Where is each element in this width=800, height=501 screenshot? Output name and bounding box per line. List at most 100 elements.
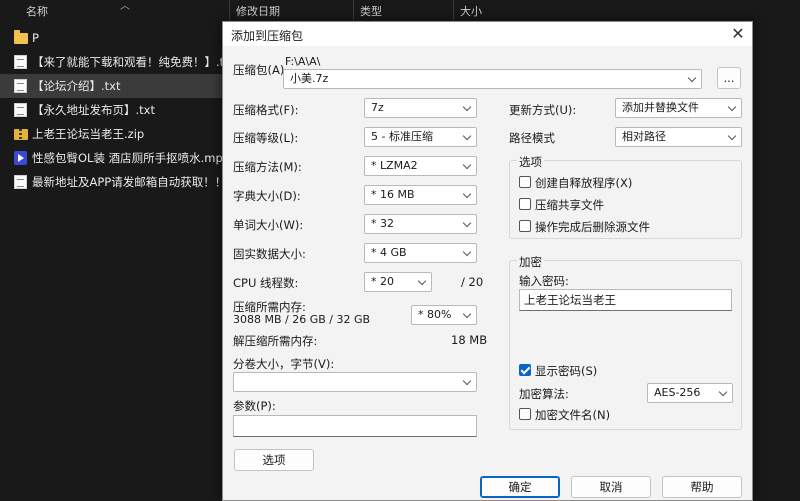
file-name: 【来了就能下载和观看！纯免费！】.txt — [32, 55, 228, 69]
mem-decompress-value: 18 MB — [451, 333, 488, 347]
chevron-down-icon — [462, 376, 472, 386]
method-label: 压缩方法(M): — [233, 160, 302, 174]
mem-percent-value: * 80% — [418, 308, 452, 321]
dialog-titlebar[interactable]: 添加到压缩包 ✕ — [223, 22, 752, 46]
chevron-down-icon — [462, 309, 472, 319]
file-name: 最新地址及APP请发邮箱自动获取！！！.... — [32, 175, 228, 189]
mem-decompress-label: 解压缩所需内存: — [233, 334, 318, 348]
encrypt-names-label: 加密文件名(N) — [535, 408, 611, 422]
text-file-icon — [14, 103, 27, 117]
method-value: * LZMA2 — [371, 159, 418, 172]
cpu-total: / 20 — [461, 275, 484, 289]
enc-method-label: 加密算法: — [519, 387, 569, 401]
shared-label: 压缩共享文件 — [535, 198, 604, 212]
update-select[interactable]: 添加并替换文件 — [615, 98, 742, 118]
enc-method-value: AES-256 — [654, 386, 701, 399]
close-icon[interactable]: ✕ — [728, 24, 748, 44]
options-button[interactable]: 选项 — [234, 449, 314, 471]
chevron-down-icon — [718, 387, 728, 397]
chevron-down-icon — [727, 131, 737, 141]
password-input[interactable]: 上老王论坛当老王 — [519, 289, 732, 311]
list-item[interactable]: 性感包臀OL装 酒店厕所手抠喷水.mp4 — [0, 146, 228, 170]
dict-value: * 16 MB — [371, 188, 415, 201]
word-value: * 32 — [371, 217, 394, 230]
params-input[interactable] — [233, 415, 477, 437]
chevron-down-icon — [462, 131, 472, 141]
format-label: 压缩格式(F): — [233, 103, 299, 117]
enc-method-select[interactable]: AES-256 — [647, 383, 733, 403]
delete-after-checkbox[interactable] — [519, 220, 531, 232]
list-item[interactable]: 【来了就能下载和观看！纯免费！】.txt — [0, 50, 228, 74]
chevron-down-icon — [727, 102, 737, 112]
password-label: 输入密码: — [519, 274, 569, 288]
split-select[interactable] — [233, 372, 477, 392]
method-select[interactable]: * LZMA2 — [364, 156, 477, 176]
list-item[interactable]: P — [0, 26, 228, 50]
word-select[interactable]: * 32 — [364, 214, 477, 234]
ok-button[interactable]: 确定 — [480, 476, 560, 498]
options-group-title: 选项 — [517, 154, 544, 170]
chevron-down-icon — [462, 160, 472, 170]
cpu-select[interactable]: * 20 — [364, 272, 432, 292]
show-password-label: 显示密码(S) — [535, 364, 598, 378]
archive-label: 压缩包(A) — [233, 63, 285, 77]
level-value: 5 - 标准压缩 — [371, 130, 433, 143]
word-label: 单词大小(W): — [233, 218, 304, 232]
cancel-button[interactable]: 取消 — [571, 476, 651, 498]
level-label: 压缩等级(L): — [233, 131, 299, 145]
update-value: 添加并替换文件 — [622, 101, 699, 114]
level-select[interactable]: 5 - 标准压缩 — [364, 127, 477, 147]
list-item[interactable]: 最新地址及APP请发邮箱自动获取！！！.... — [0, 170, 228, 194]
file-name: 【永久地址发布页】.txt — [32, 103, 155, 117]
show-password-checkbox[interactable] — [519, 364, 531, 376]
pathmode-select[interactable]: 相对路径 — [615, 127, 742, 147]
sfx-checkbox[interactable] — [519, 176, 531, 188]
list-item[interactable]: 上老王论坛当老王.zip — [0, 122, 228, 146]
chevron-down-icon — [462, 189, 472, 199]
params-label: 参数(P): — [233, 399, 276, 413]
cpu-label: CPU 线程数: — [233, 276, 299, 290]
format-value: 7z — [371, 101, 384, 114]
solid-value: * 4 GB — [371, 246, 407, 259]
chevron-down-icon — [417, 276, 427, 286]
solid-label: 固实数据大小: — [233, 247, 306, 261]
mem-percent-select[interactable]: * 80% — [411, 305, 477, 325]
dict-label: 字典大小(D): — [233, 189, 301, 203]
file-name: P — [32, 31, 39, 45]
sfx-label: 创建自释放程序(X) — [535, 176, 633, 190]
list-item-selected[interactable]: 【论坛介绍】.txt — [0, 74, 228, 98]
text-file-icon — [14, 55, 27, 69]
encrypt-names-checkbox[interactable] — [519, 408, 531, 420]
chevron-down-icon — [462, 247, 472, 257]
folder-icon — [14, 30, 28, 44]
help-button[interactable]: 帮助 — [662, 476, 742, 498]
shared-checkbox[interactable] — [519, 198, 531, 210]
chevron-down-icon — [462, 102, 472, 112]
encryption-group-title: 加密 — [517, 254, 544, 270]
pathmode-value: 相对路径 — [622, 130, 666, 143]
file-name: 【论坛介绍】.txt — [32, 79, 121, 93]
mem-compress-detail: 3088 MB / 26 GB / 32 GB — [233, 313, 371, 326]
cpu-value: * 20 — [371, 275, 394, 288]
file-name: 上老王论坛当老王.zip — [32, 127, 145, 141]
dict-select[interactable]: * 16 MB — [364, 185, 477, 205]
video-file-icon — [14, 151, 27, 165]
list-item[interactable]: 【永久地址发布页】.txt — [0, 98, 228, 122]
archive-path: F:\A\A\ — [285, 55, 321, 68]
chevron-down-icon — [687, 73, 697, 83]
split-label: 分卷大小，字节(V): — [233, 357, 335, 371]
archive-name-combo[interactable]: 小美.7z — [283, 69, 702, 89]
solid-select[interactable]: * 4 GB — [364, 243, 477, 263]
browse-button[interactable]: ... — [717, 67, 741, 89]
file-list: P 【来了就能下载和观看！纯免费！】.txt 【论坛介绍】.txt 【永久地址发… — [0, 26, 228, 194]
format-select[interactable]: 7z — [364, 98, 477, 118]
column-name[interactable]: 名称 — [20, 0, 230, 24]
pathmode-label: 路径模式 — [509, 131, 555, 145]
delete-after-label: 操作完成后删除源文件 — [535, 220, 650, 234]
zip-folder-icon — [14, 129, 28, 140]
text-file-icon — [14, 79, 27, 93]
archive-name-value: 小美.7z — [290, 72, 329, 85]
file-name: 性感包臀OL装 酒店厕所手抠喷水.mp4 — [32, 151, 228, 165]
dialog-title: 添加到压缩包 — [231, 29, 304, 43]
update-label: 更新方式(U): — [509, 103, 577, 117]
